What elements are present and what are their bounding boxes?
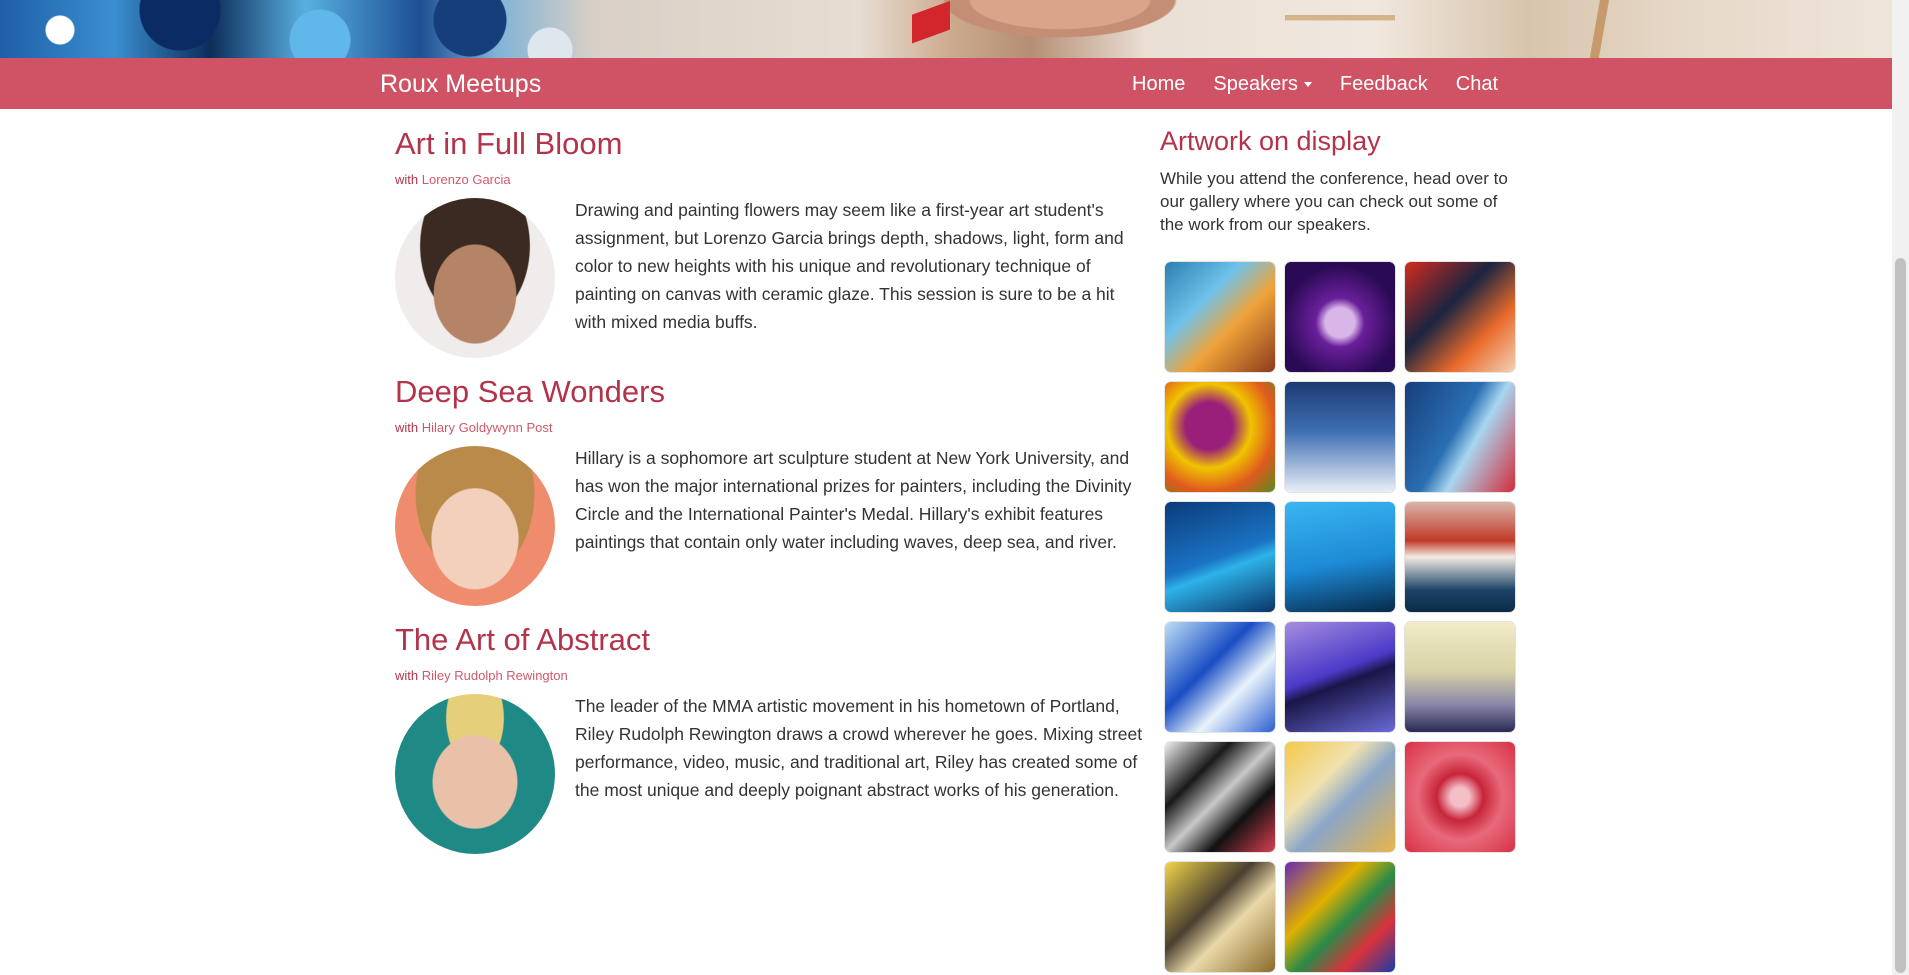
hero-banner-image	[0, 0, 1909, 58]
nav-chat[interactable]: Chat	[1442, 58, 1512, 109]
talk-description: Drawing and painting flowers may seem li…	[575, 200, 1124, 332]
talk-item: Art in Full Bloom with Lorenzo Garcia Dr…	[395, 110, 1145, 358]
speaker-photo	[395, 694, 555, 854]
artwork-thumbnail[interactable]	[1165, 742, 1275, 852]
artwork-thumbnail[interactable]	[1285, 502, 1395, 612]
nav-links: Home Speakers Feedback Chat	[1118, 58, 1512, 109]
artwork-thumbnail[interactable]	[1285, 742, 1395, 852]
caret-down-icon	[1303, 82, 1312, 87]
talk-item: The Art of Abstract with Riley Rudolph R…	[395, 606, 1145, 854]
speaker-name-link[interactable]: Lorenzo Garcia	[422, 172, 511, 187]
talk-speaker-line: with Riley Rudolph Rewington	[395, 668, 568, 683]
nav-speakers-label: Speakers	[1213, 73, 1298, 95]
artwork-thumbnail[interactable]	[1285, 262, 1395, 372]
nav-speakers-dropdown[interactable]: Speakers	[1199, 58, 1326, 109]
artwork-thumbnail[interactable]	[1285, 622, 1395, 732]
talk-speaker-line: with Lorenzo Garcia	[395, 172, 511, 187]
talk-description: The leader of the MMA artistic movement …	[575, 696, 1143, 800]
artwork-thumbnail[interactable]	[1405, 502, 1515, 612]
talk-title: Deep Sea Wonders	[395, 374, 665, 409]
artwork-thumbnail[interactable]	[1405, 382, 1515, 492]
artwork-thumbnail[interactable]	[1285, 382, 1395, 492]
speaker-name-link[interactable]: Riley Rudolph Rewington	[422, 668, 568, 683]
with-label: with	[395, 420, 419, 435]
sidebar-title: Artwork on display	[1160, 126, 1381, 156]
artwork-thumbnail[interactable]	[1165, 382, 1275, 492]
nav-feedback[interactable]: Feedback	[1326, 58, 1442, 109]
brand-link[interactable]: Roux Meetups	[380, 70, 541, 99]
artwork-thumbnail[interactable]	[1405, 262, 1515, 372]
talk-item: Deep Sea Wonders with Hilary Goldywynn P…	[395, 358, 1145, 606]
speaker-photo	[395, 446, 555, 606]
artwork-thumbnail[interactable]	[1165, 622, 1275, 732]
artwork-thumbnail[interactable]	[1285, 862, 1395, 972]
artwork-thumbnail[interactable]	[1165, 502, 1275, 612]
talk-description: Hillary is a sophomore art sculpture stu…	[575, 448, 1132, 552]
with-label: with	[395, 668, 419, 683]
scrollbar-thumb[interactable]	[1895, 258, 1906, 973]
artwork-thumbnail[interactable]	[1405, 622, 1515, 732]
talk-title: The Art of Abstract	[395, 622, 651, 657]
sidebar-intro: While you attend the conference, head ov…	[1160, 169, 1508, 234]
talk-title: Art in Full Bloom	[395, 126, 623, 161]
speaker-name-link[interactable]: Hilary Goldywynn Post	[422, 420, 553, 435]
nav-home[interactable]: Home	[1118, 58, 1199, 109]
artwork-thumbnail[interactable]	[1165, 862, 1275, 972]
talks-list: Art in Full Bloom with Lorenzo Garcia Dr…	[395, 110, 1145, 854]
page-scrollbar[interactable]	[1892, 0, 1909, 975]
with-label: with	[395, 172, 419, 187]
navbar: Roux Meetups Home Speakers Feedback Chat	[0, 58, 1909, 109]
speaker-photo	[395, 198, 555, 358]
artwork-thumbnail[interactable]	[1165, 262, 1275, 372]
artwork-thumbnail[interactable]	[1405, 742, 1515, 852]
talk-speaker-line: with Hilary Goldywynn Post	[395, 420, 553, 435]
